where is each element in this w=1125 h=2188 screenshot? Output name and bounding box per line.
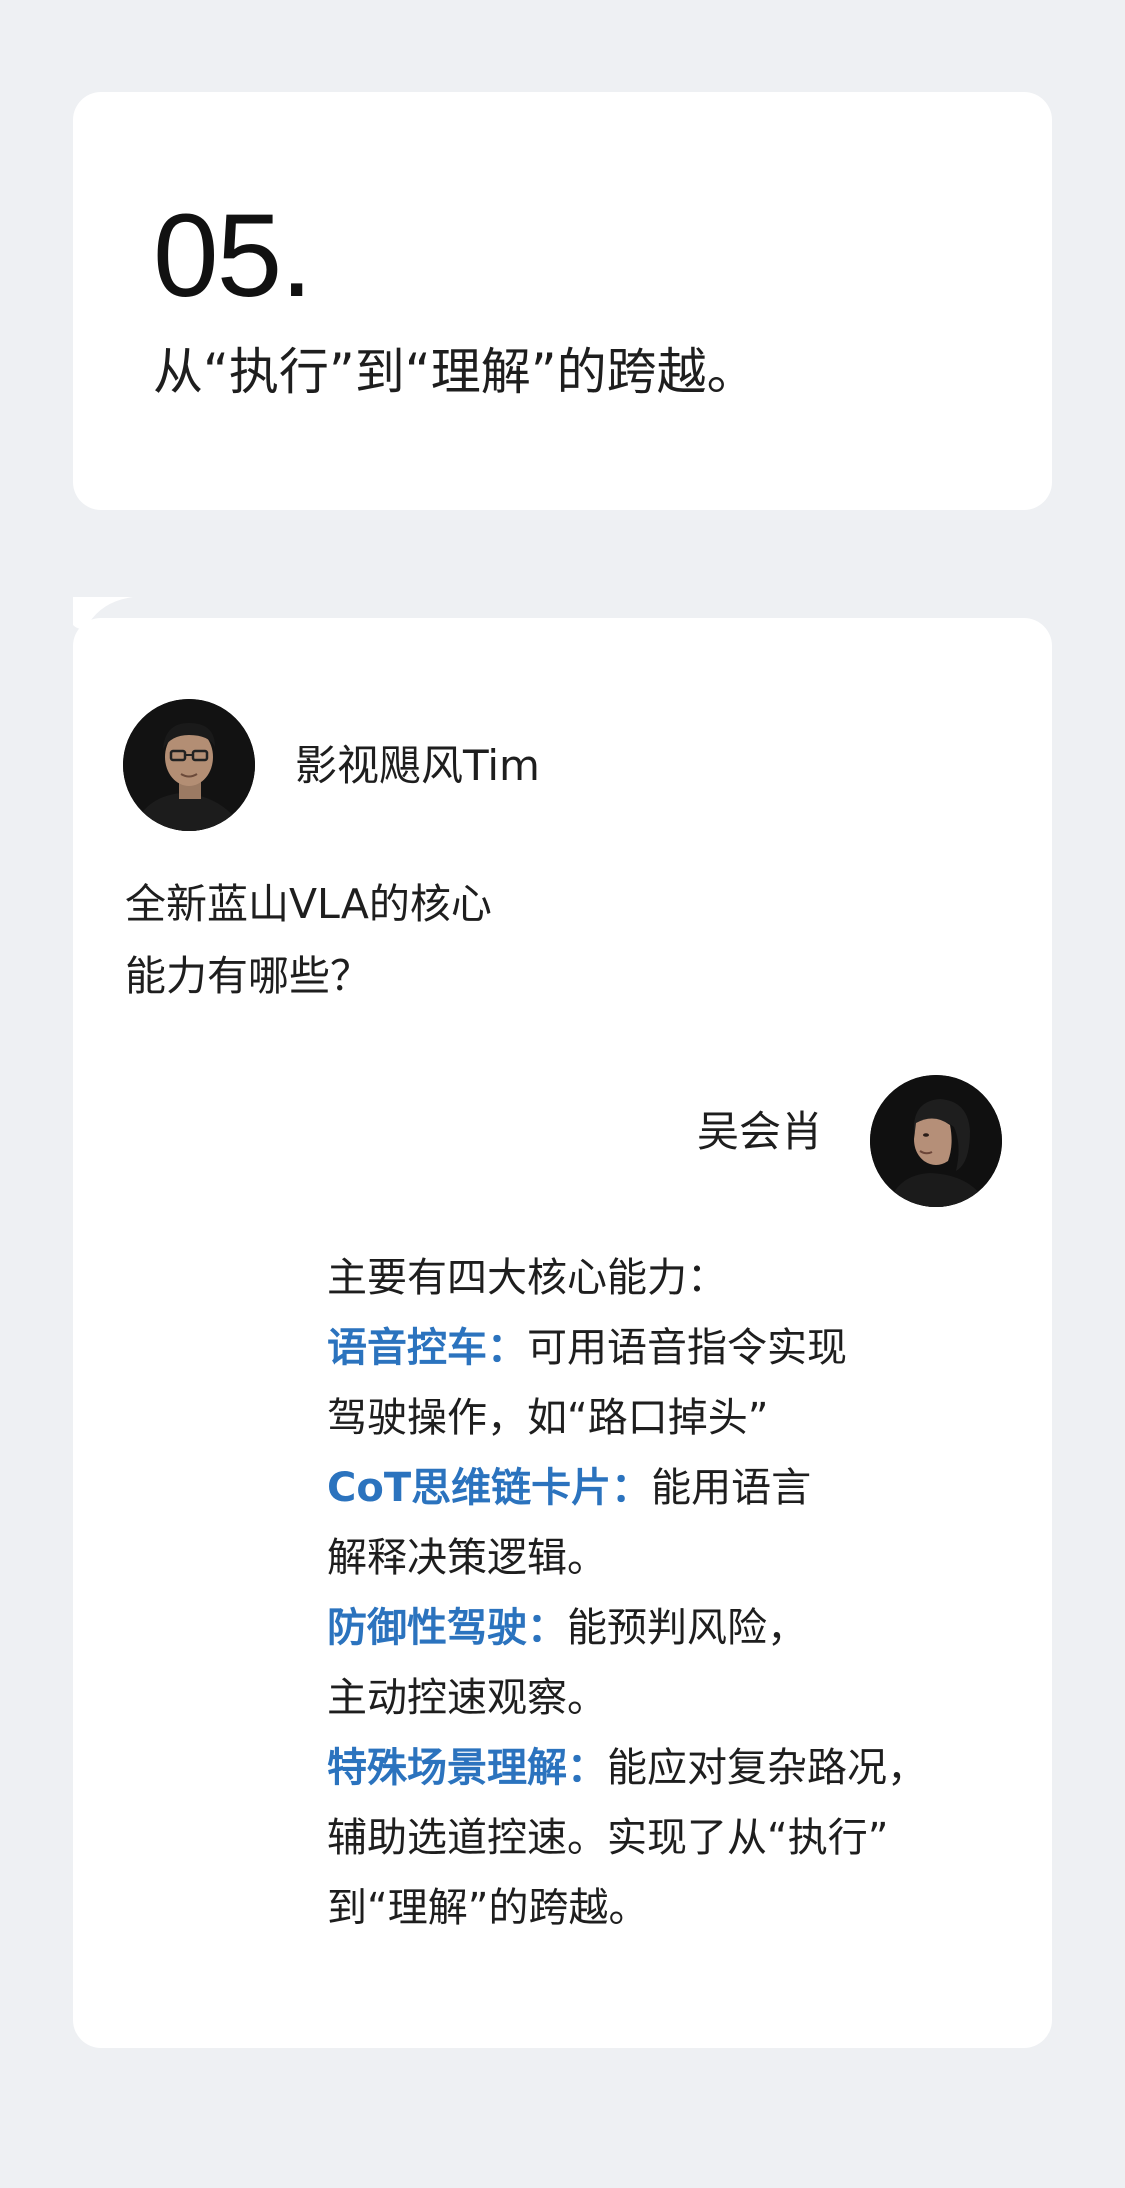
answer-item-text: 驾驶操作，如“路口掉头”: [327, 1395, 769, 1441]
interview-card: 影视飓风Tim 全新蓝山VLA的核心 能力有哪些？ 吴会肖 主要有四大核心能力：…: [73, 618, 1052, 2048]
answer-item-text: 可用语音指令实现: [527, 1325, 847, 1371]
question-line: 全新蓝山VLA的核心: [125, 880, 492, 928]
answer-item-text: 主动控速观察。: [327, 1675, 607, 1721]
section-title: 从“执行”到“理解”的跨越。: [153, 343, 757, 401]
answer-item-special-scene: 特殊场景理解：能应对复杂路况，: [327, 1733, 1027, 1803]
person-avatar-glasses-icon: [123, 699, 255, 831]
answer-item-label: 语音控车：: [327, 1325, 527, 1371]
interviewee-avatar: [870, 1075, 1002, 1207]
answer-item-voice-control: 语音控车：可用语音指令实现: [327, 1313, 1027, 1383]
answer-item-text: 能预判风险，: [567, 1605, 807, 1651]
answer-item-cot: CoT思维链卡片：能用语言: [327, 1453, 1027, 1523]
answer-item-text: 辅助选道控速。实现了从“执行”: [327, 1815, 889, 1861]
answer-item-label: 特殊场景理解：: [327, 1745, 607, 1791]
interview-answer: 主要有四大核心能力： 语音控车：可用语音指令实现 驾驶操作，如“路口掉头” Co…: [327, 1243, 1027, 1943]
section-header-card: 05. 从“执行”到“理解”的跨越。: [73, 92, 1052, 629]
interviewer-avatar: [123, 699, 255, 831]
answer-item-label: CoT思维链卡片：: [327, 1465, 652, 1511]
answer-item-text: 解释决策逻辑。: [327, 1535, 607, 1581]
interviewee-name: 吴会肖: [697, 1107, 824, 1156]
answer-item-defensive-driving: 防御性驾驶：能预判风险，: [327, 1593, 1027, 1663]
interview-question: 全新蓝山VLA的核心 能力有哪些？: [125, 868, 645, 1012]
answer-item-text: 能用语言: [651, 1465, 812, 1511]
answer-intro: 主要有四大核心能力：: [327, 1255, 727, 1301]
interviewer-name: 影视飓风Tim: [295, 741, 540, 790]
person-avatar-profile-icon: [870, 1075, 1002, 1207]
answer-item-text: 到“理解”的跨越。: [327, 1885, 649, 1931]
section-number: 05.: [153, 190, 313, 322]
question-line: 能力有哪些？: [125, 952, 371, 1000]
answer-item-text: 能应对复杂路况，: [607, 1745, 927, 1791]
answer-item-label: 防御性驾驶：: [327, 1605, 567, 1651]
